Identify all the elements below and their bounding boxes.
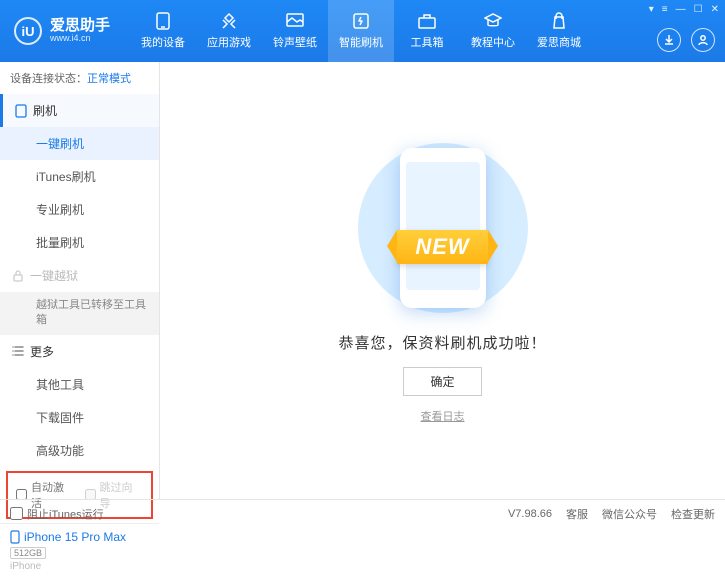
sidebar-item-batch-flash[interactable]: 批量刷机 bbox=[0, 226, 159, 259]
nav-label: 爱思商城 bbox=[537, 34, 581, 50]
sidebar: 设备连接状态：正常模式 刷机 一键刷机 iTunes刷机 专业刷机 批量刷机 一… bbox=[0, 62, 160, 499]
nav-flash[interactable]: 智能刷机 bbox=[328, 0, 394, 62]
section-more[interactable]: 更多 bbox=[0, 335, 159, 368]
nav-label: 智能刷机 bbox=[339, 34, 383, 50]
ok-button[interactable]: 确定 bbox=[403, 367, 481, 396]
sidebar-item-oneclick-flash[interactable]: 一键刷机 bbox=[0, 127, 159, 160]
app-title: 爱思助手 bbox=[50, 18, 110, 35]
connection-status: 设备连接状态：正常模式 bbox=[0, 62, 159, 94]
title-bar: iU 爱思助手 www.i4.cn 我的设备 应用游戏 铃声壁纸 智能刷机 工具… bbox=[0, 0, 725, 62]
nav-label: 铃声壁纸 bbox=[273, 34, 317, 50]
options-icon[interactable]: ≡ bbox=[662, 4, 668, 15]
flash-icon bbox=[351, 12, 371, 30]
jailbreak-note: 越狱工具已转移至工具箱 bbox=[0, 292, 159, 335]
block-itunes-checkbox[interactable] bbox=[10, 507, 23, 520]
new-ribbon: NEW bbox=[397, 230, 487, 264]
window-controls: ▾ ≡ — ☐ ✕ bbox=[649, 4, 719, 15]
footer-link-update[interactable]: 检查更新 bbox=[671, 506, 715, 522]
phone-icon bbox=[153, 12, 173, 30]
phone-illustration-icon bbox=[400, 148, 486, 308]
success-illustration: NEW bbox=[353, 138, 533, 318]
lock-icon bbox=[12, 270, 24, 282]
success-message: 恭喜您，保资料刷机成功啦！ bbox=[338, 332, 546, 353]
block-itunes-option[interactable]: 阻止iTunes运行 bbox=[10, 506, 104, 522]
nav-label: 工具箱 bbox=[411, 34, 444, 50]
device-info[interactable]: iPhone 15 Pro Max 512GB iPhone bbox=[0, 523, 159, 578]
close-icon[interactable]: ✕ bbox=[711, 4, 719, 15]
status-label: 设备连接状态： bbox=[10, 73, 87, 85]
sidebar-item-pro-flash[interactable]: 专业刷机 bbox=[0, 193, 159, 226]
section-jailbreak: 一键越狱 bbox=[0, 259, 159, 292]
phone-small-icon bbox=[15, 104, 27, 118]
footer-link-wechat[interactable]: 微信公众号 bbox=[602, 506, 657, 522]
nav-apps[interactable]: 应用游戏 bbox=[196, 0, 262, 62]
checkbox-label: 阻止iTunes运行 bbox=[27, 506, 104, 522]
device-type: iPhone bbox=[10, 561, 149, 572]
nav-store[interactable]: 爱思商城 bbox=[526, 0, 592, 62]
logo-area: iU 爱思助手 www.i4.cn bbox=[0, 17, 124, 45]
version-label: V7.98.66 bbox=[508, 508, 552, 520]
nav-my-device[interactable]: 我的设备 bbox=[130, 0, 196, 62]
nav-toolbox[interactable]: 工具箱 bbox=[394, 0, 460, 62]
menu-icon[interactable]: ▾ bbox=[649, 4, 654, 15]
tutorial-icon bbox=[483, 12, 503, 30]
maximize-icon[interactable]: ☐ bbox=[694, 4, 703, 15]
nav-ringtones[interactable]: 铃声壁纸 bbox=[262, 0, 328, 62]
device-icon bbox=[10, 530, 20, 544]
wallpaper-icon bbox=[285, 12, 305, 30]
apps-icon bbox=[219, 12, 239, 30]
main-nav: 我的设备 应用游戏 铃声壁纸 智能刷机 工具箱 教程中心 爱思商城 bbox=[130, 0, 592, 62]
store-icon bbox=[549, 12, 569, 30]
device-name: iPhone 15 Pro Max bbox=[10, 530, 149, 544]
status-value: 正常模式 bbox=[87, 73, 131, 85]
logo-icon: iU bbox=[14, 17, 42, 45]
nav-label: 应用游戏 bbox=[207, 34, 251, 50]
sidebar-item-itunes-flash[interactable]: iTunes刷机 bbox=[0, 160, 159, 193]
user-button[interactable] bbox=[691, 28, 715, 52]
sidebar-item-advanced[interactable]: 高级功能 bbox=[0, 434, 159, 467]
footer-link-support[interactable]: 客服 bbox=[566, 506, 588, 522]
minimize-icon[interactable]: — bbox=[676, 4, 686, 15]
view-log-link[interactable]: 查看日志 bbox=[421, 408, 465, 424]
section-title: 更多 bbox=[30, 343, 54, 360]
main-panel: NEW 恭喜您，保资料刷机成功啦！ 确定 查看日志 bbox=[160, 62, 725, 499]
status-bar: 阻止iTunes运行 V7.98.66 客服 微信公众号 检查更新 bbox=[0, 499, 725, 527]
section-title: 刷机 bbox=[33, 102, 57, 119]
sidebar-item-download-firmware[interactable]: 下载固件 bbox=[0, 401, 159, 434]
nav-tutorials[interactable]: 教程中心 bbox=[460, 0, 526, 62]
nav-label: 我的设备 bbox=[141, 34, 185, 50]
section-flash[interactable]: 刷机 bbox=[0, 94, 159, 127]
device-storage: 512GB bbox=[10, 547, 46, 559]
nav-label: 教程中心 bbox=[471, 34, 515, 50]
toolbox-icon bbox=[417, 12, 437, 30]
list-icon bbox=[12, 346, 24, 356]
sidebar-item-other-tools[interactable]: 其他工具 bbox=[0, 368, 159, 401]
section-title: 一键越狱 bbox=[30, 267, 78, 284]
app-subtitle: www.i4.cn bbox=[50, 34, 110, 44]
download-button[interactable] bbox=[657, 28, 681, 52]
